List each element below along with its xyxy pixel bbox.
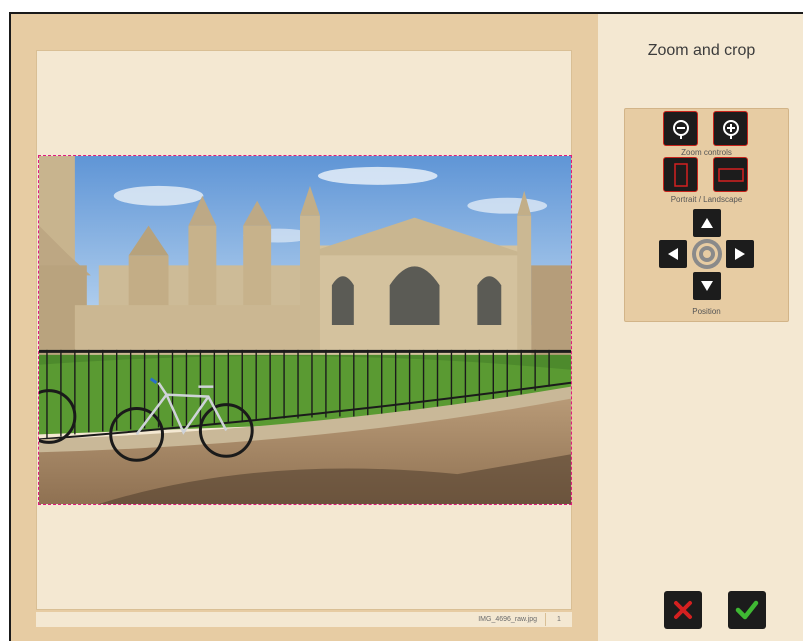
zoom-out-icon <box>672 119 689 139</box>
status-bar: IMG_4696_raw.jpg 1 <box>36 612 572 627</box>
sidebar: Zoom and crop Zoom controls Portrait / L… <box>598 14 803 641</box>
move-up-button[interactable] <box>693 209 721 237</box>
filename-label: IMG_4696_raw.jpg <box>478 616 537 623</box>
landscape-button[interactable] <box>713 157 748 192</box>
panel-title: Zoom and crop <box>647 42 756 59</box>
orientation-label: Portrait / Landscape <box>670 195 743 204</box>
cancel-button[interactable] <box>664 591 702 629</box>
zoom-out-button[interactable] <box>663 111 698 146</box>
arrow-left-icon <box>668 248 678 260</box>
close-icon <box>674 601 692 619</box>
preview-pane: IMG_4696_raw.jpg 1 <box>11 14 598 641</box>
checkmark-icon <box>735 600 759 620</box>
app-window: IMG_4696_raw.jpg 1 Zoom and crop Zoom co… <box>9 12 803 641</box>
portrait-button[interactable] <box>663 157 698 192</box>
zoom-in-icon <box>722 119 739 139</box>
photo <box>39 156 571 504</box>
page-number: 1 <box>557 616 561 623</box>
zoom-controls-label: Zoom controls <box>681 148 732 157</box>
move-down-button[interactable] <box>693 272 721 300</box>
arrow-up-icon <box>701 218 713 228</box>
center-button[interactable] <box>691 238 723 270</box>
move-left-button[interactable] <box>659 240 687 268</box>
confirm-button[interactable] <box>728 591 766 629</box>
position-label: Position <box>692 307 721 316</box>
target-icon <box>692 239 722 269</box>
arrow-right-icon <box>735 248 745 260</box>
portrait-icon <box>673 162 688 187</box>
photo-canvas <box>36 50 572 610</box>
crop-selection[interactable] <box>38 155 572 505</box>
arrow-down-icon <box>701 281 713 291</box>
zoom-in-button[interactable] <box>713 111 748 146</box>
landscape-icon <box>717 167 744 182</box>
move-right-button[interactable] <box>726 240 754 268</box>
controls-box: Zoom controls Portrait / Landscape Posit… <box>624 108 789 322</box>
